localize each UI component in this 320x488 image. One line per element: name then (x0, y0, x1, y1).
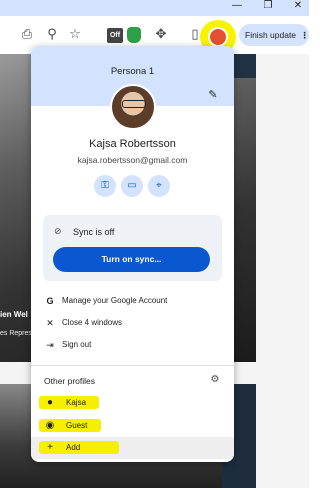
profile-item-label: Guest (66, 421, 88, 430)
divider (31, 365, 234, 366)
payment-card-icon[interactable]: ▭ (121, 175, 143, 197)
profile-item-label: Add (66, 443, 81, 452)
finish-update-label: Finish update (245, 30, 297, 40)
edit-pencil-icon[interactable]: ✎ (206, 88, 220, 102)
gear-icon[interactable]: ⚙ (208, 373, 222, 387)
profile-item-kajsa[interactable]: ● Kajsa (31, 392, 234, 414)
profile-title: Persona 1 (110, 66, 155, 77)
addresses-pin-icon[interactable]: ⌖ (148, 175, 170, 197)
bookmark-star-icon[interactable]: ☆ (66, 25, 84, 43)
close-icon: ✕ (46, 318, 54, 328)
chrome-menu-icon[interactable]: ⋮ (300, 30, 309, 40)
install-app-icon[interactable]: ⎙ (18, 25, 36, 43)
extension-green-icon[interactable] (127, 27, 141, 43)
minimize-icon[interactable]: — (222, 0, 252, 14)
page-photo-subcaption: es Repres (0, 330, 32, 337)
passwords-key-icon[interactable]: ⚿ (94, 175, 116, 197)
menu-item-label: Manage your Google Account (62, 296, 168, 305)
finish-update-button[interactable]: Finish update ⋮ (239, 24, 309, 46)
extensions-puzzle-icon[interactable]: ✥ (152, 25, 170, 43)
profile-menu: Persona 1 ✎ Kajsa Robertsson kajsa.rober… (31, 46, 234, 462)
menu-item-sign-out[interactable]: ⇥ Sign out (31, 335, 234, 355)
menu-item-close-windows[interactable]: ✕ Close 4 windows (31, 313, 234, 333)
other-profiles-heading: Other profiles (44, 376, 96, 386)
google-g-icon: G (46, 296, 54, 306)
sync-card: ⊘ Sync is off Turn on sync... (43, 215, 222, 281)
extension-off-icon[interactable]: Off (107, 28, 123, 43)
title-bar: — ❐ ✕ (0, 0, 309, 16)
add-icon: + (47, 442, 53, 453)
profile-email: kajsa.robertsson@gmail.com (77, 155, 188, 165)
menu-item-manage-account[interactable]: G Manage your Google Account (31, 291, 234, 311)
page-photo-caption: ien Wel (0, 310, 28, 319)
profile-item-guest[interactable]: ◉ Guest (31, 415, 234, 437)
guest-icon: ◉ (45, 420, 55, 431)
person-icon: ● (46, 397, 54, 408)
profile-item-label: Kajsa (66, 398, 87, 407)
sign-out-icon: ⇥ (46, 340, 54, 350)
sync-off-icon: ⊘ (54, 226, 62, 236)
profile-name: Kajsa Robertsson (89, 138, 176, 150)
restore-icon[interactable]: ❐ (253, 0, 283, 14)
zoom-icon[interactable]: ⚲ (43, 25, 61, 43)
profile-item-add[interactable]: + Add (31, 437, 234, 459)
turn-on-sync-button[interactable]: Turn on sync... (53, 247, 210, 272)
menu-item-label: Sign out (62, 340, 92, 349)
close-icon[interactable]: ✕ (283, 0, 313, 14)
sync-status: Sync is off (73, 227, 115, 237)
profile-icon[interactable] (208, 27, 228, 47)
menu-item-label: Close 4 windows (62, 318, 123, 327)
avatar (110, 84, 156, 130)
